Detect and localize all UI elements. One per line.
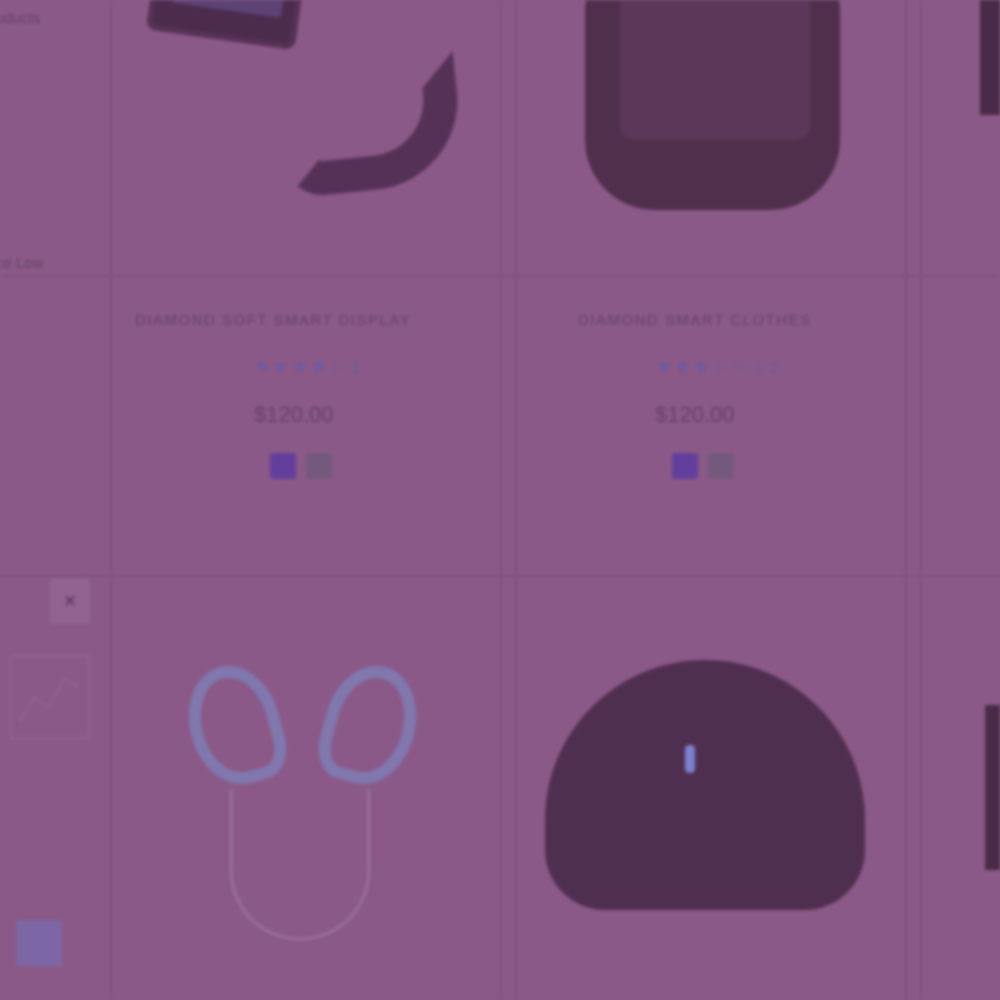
swatch-purple[interactable]: [672, 453, 698, 479]
product-image-smartwatch[interactable]: [145, 0, 305, 51]
sidebar-filter-fragment[interactable]: ce Low: [0, 255, 44, 272]
column-divider: [905, 0, 907, 1000]
swatch-gray[interactable]: [306, 453, 332, 479]
product-image-partial[interactable]: [980, 0, 1000, 115]
sidebar-heading-fragment: oducts: [0, 10, 41, 27]
product-image-speaker[interactable]: [545, 660, 865, 910]
product-title[interactable]: DIAMOND SMART CLOTHES: [578, 312, 811, 329]
star-icon: ★★★☆☆: [655, 356, 750, 378]
color-filter-swatch[interactable]: [16, 920, 62, 966]
product-price: $120.00: [655, 402, 735, 427]
row-divider: [0, 275, 1000, 277]
close-icon: ×: [63, 588, 77, 613]
review-count: 1: [351, 360, 362, 377]
star-icon: ★★★★☆: [253, 356, 348, 378]
column-divider: [500, 0, 502, 1000]
product-image-strap: [273, 50, 467, 200]
review-count: 1 2: [753, 360, 779, 377]
swatch-purple[interactable]: [270, 453, 296, 479]
column-divider: [920, 0, 922, 1000]
column-divider: [110, 0, 112, 1000]
column-divider: [515, 0, 517, 1000]
product-image-earphone-right[interactable]: [311, 655, 429, 795]
product-image-earphone-left[interactable]: [176, 655, 294, 795]
chart-icon[interactable]: [10, 655, 90, 739]
product-title[interactable]: DIAMOND SOFT SMART DISPLAY: [135, 312, 411, 329]
close-filter-button[interactable]: ×: [50, 578, 90, 624]
earphone-cable: [230, 790, 370, 940]
product-image-square-watch[interactable]: [585, 0, 840, 210]
product-price: $120.00: [254, 402, 334, 427]
swatch-gray[interactable]: [708, 453, 734, 479]
product-rating: ★★★★☆ 1: [253, 354, 362, 379]
product-image-partial[interactable]: [985, 705, 1000, 870]
product-rating: ★★★☆☆ 1 2: [655, 354, 779, 379]
product-grid-viewport: oducts ce Low × DIAMOND SOFT SMART DISPL…: [0, 0, 1000, 1000]
row-divider: [0, 575, 1000, 577]
